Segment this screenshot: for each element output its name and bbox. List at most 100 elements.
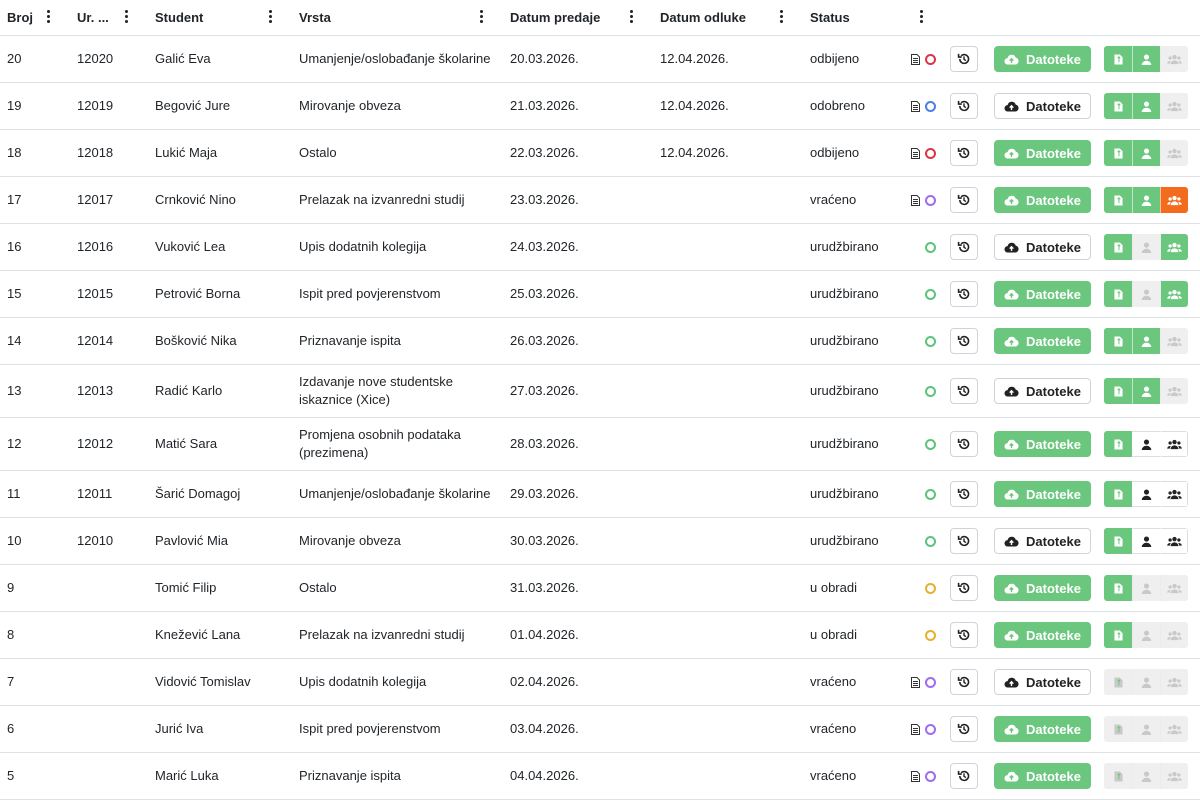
files-button[interactable]: Datoteke [994, 575, 1091, 601]
table-row[interactable]: 17 12017 Crnković Nino Prelazak na izvanred… [0, 177, 1200, 224]
table-row[interactable]: 14 12014 Bošković Nika Priznavanje ispita 26… [0, 318, 1200, 365]
table-row[interactable]: 8 Knežević Lana Prelazak na izvanredni stu… [0, 612, 1200, 659]
group-toggle[interactable] [1160, 187, 1188, 213]
table-row[interactable]: 20 12020 Galić Eva Umanjenje/oslobađanje šk… [0, 36, 1200, 83]
group-toggle[interactable] [1160, 481, 1188, 507]
person-toggle[interactable] [1132, 378, 1160, 404]
column-menu-icon[interactable] [628, 10, 634, 26]
column-menu-icon[interactable] [918, 10, 924, 26]
files-button[interactable]: Datoteke [994, 669, 1091, 695]
history-button[interactable] [950, 93, 978, 119]
group-toggle[interactable] [1160, 46, 1188, 72]
column-menu-icon[interactable] [45, 10, 51, 26]
file-toggle[interactable] [1104, 575, 1132, 601]
history-button[interactable] [950, 140, 978, 166]
table-row[interactable]: 19 12019 Begović Jure Mirovanje obveza 21.03… [0, 83, 1200, 130]
history-button[interactable] [950, 234, 978, 260]
group-toggle[interactable] [1160, 528, 1188, 554]
files-button[interactable]: Datoteke [994, 716, 1091, 742]
document-icon[interactable] [911, 53, 920, 65]
history-button[interactable] [950, 528, 978, 554]
history-button[interactable] [950, 575, 978, 601]
document-icon[interactable] [911, 676, 920, 688]
document-icon[interactable] [911, 723, 920, 735]
history-button[interactable] [950, 763, 978, 789]
history-button[interactable] [950, 481, 978, 507]
history-button[interactable] [950, 187, 978, 213]
document-icon[interactable] [911, 100, 920, 112]
group-toggle[interactable] [1160, 669, 1188, 695]
file-toggle[interactable] [1104, 431, 1132, 457]
person-toggle[interactable] [1132, 669, 1160, 695]
file-toggle[interactable] [1104, 763, 1132, 789]
person-toggle[interactable] [1132, 716, 1160, 742]
files-button[interactable]: Datoteke [994, 93, 1091, 119]
file-toggle[interactable] [1104, 328, 1132, 354]
person-toggle[interactable] [1132, 46, 1160, 72]
table-row[interactable]: 7 Vidović Tomislav Upis dodatnih kolegija 0… [0, 659, 1200, 706]
files-button[interactable]: Datoteke [994, 763, 1091, 789]
history-button[interactable] [950, 716, 978, 742]
col-header-datum-predaje[interactable]: Datum predaje [510, 0, 600, 35]
file-toggle[interactable] [1104, 622, 1132, 648]
table-row[interactable]: 6 Jurić Iva Ispit pred povjerenstvom 03.04.… [0, 706, 1200, 753]
column-menu-icon[interactable] [478, 10, 484, 26]
person-toggle[interactable] [1132, 234, 1160, 260]
column-menu-icon[interactable] [267, 10, 273, 26]
files-button[interactable]: Datoteke [994, 528, 1091, 554]
group-toggle[interactable] [1160, 575, 1188, 601]
table-row[interactable]: 15 12015 Petrović Borna Ispit pred povjeren… [0, 271, 1200, 318]
group-toggle[interactable] [1160, 281, 1188, 307]
col-header-student[interactable]: Student [155, 0, 203, 35]
col-header-status[interactable]: Status [810, 0, 850, 35]
column-menu-icon[interactable] [123, 10, 129, 26]
file-toggle[interactable] [1104, 281, 1132, 307]
table-row[interactable]: 9 Tomić Filip Ostalo 31.03.2026. u obradi Dat… [0, 565, 1200, 612]
table-row[interactable]: 12 12012 Matić Sara Promjena osobnih podata… [0, 418, 1200, 471]
group-toggle[interactable] [1160, 622, 1188, 648]
files-button[interactable]: Datoteke [994, 46, 1091, 72]
history-button[interactable] [950, 378, 978, 404]
group-toggle[interactable] [1160, 716, 1188, 742]
files-button[interactable]: Datoteke [994, 378, 1091, 404]
group-toggle[interactable] [1160, 431, 1188, 457]
file-toggle[interactable] [1104, 669, 1132, 695]
col-header-datum-odluke[interactable]: Datum odluke [660, 0, 746, 35]
files-button[interactable]: Datoteke [994, 622, 1091, 648]
group-toggle[interactable] [1160, 763, 1188, 789]
person-toggle[interactable] [1132, 140, 1160, 166]
history-button[interactable] [950, 328, 978, 354]
file-toggle[interactable] [1104, 187, 1132, 213]
file-toggle[interactable] [1104, 93, 1132, 119]
files-button[interactable]: Datoteke [994, 187, 1091, 213]
person-toggle[interactable] [1132, 622, 1160, 648]
col-header-vrsta[interactable]: Vrsta [299, 0, 331, 35]
person-toggle[interactable] [1132, 328, 1160, 354]
file-toggle[interactable] [1104, 378, 1132, 404]
group-toggle[interactable] [1160, 140, 1188, 166]
group-toggle[interactable] [1160, 378, 1188, 404]
files-button[interactable]: Datoteke [994, 328, 1091, 354]
history-button[interactable] [950, 281, 978, 307]
table-row[interactable]: 13 12013 Radić Karlo Izdavanje nove student… [0, 365, 1200, 418]
person-toggle[interactable] [1132, 528, 1160, 554]
history-button[interactable] [950, 431, 978, 457]
person-toggle[interactable] [1132, 93, 1160, 119]
files-button[interactable]: Datoteke [994, 481, 1091, 507]
col-header-ur[interactable]: Ur. ... [77, 0, 109, 35]
file-toggle[interactable] [1104, 140, 1132, 166]
files-button[interactable]: Datoteke [994, 431, 1091, 457]
files-button[interactable]: Datoteke [994, 140, 1091, 166]
document-icon[interactable] [911, 147, 920, 159]
table-row[interactable]: 18 12018 Lukić Maja Ostalo 22.03.2026. 12.04.… [0, 130, 1200, 177]
file-toggle[interactable] [1104, 528, 1132, 554]
group-toggle[interactable] [1160, 328, 1188, 354]
files-button[interactable]: Datoteke [994, 234, 1091, 260]
file-toggle[interactable] [1104, 46, 1132, 72]
person-toggle[interactable] [1132, 187, 1160, 213]
group-toggle[interactable] [1160, 234, 1188, 260]
column-menu-icon[interactable] [778, 10, 784, 26]
history-button[interactable] [950, 669, 978, 695]
col-header-broj[interactable]: Broj [7, 0, 33, 35]
table-row[interactable]: 16 12016 Vuković Lea Upis dodatnih kolegija… [0, 224, 1200, 271]
